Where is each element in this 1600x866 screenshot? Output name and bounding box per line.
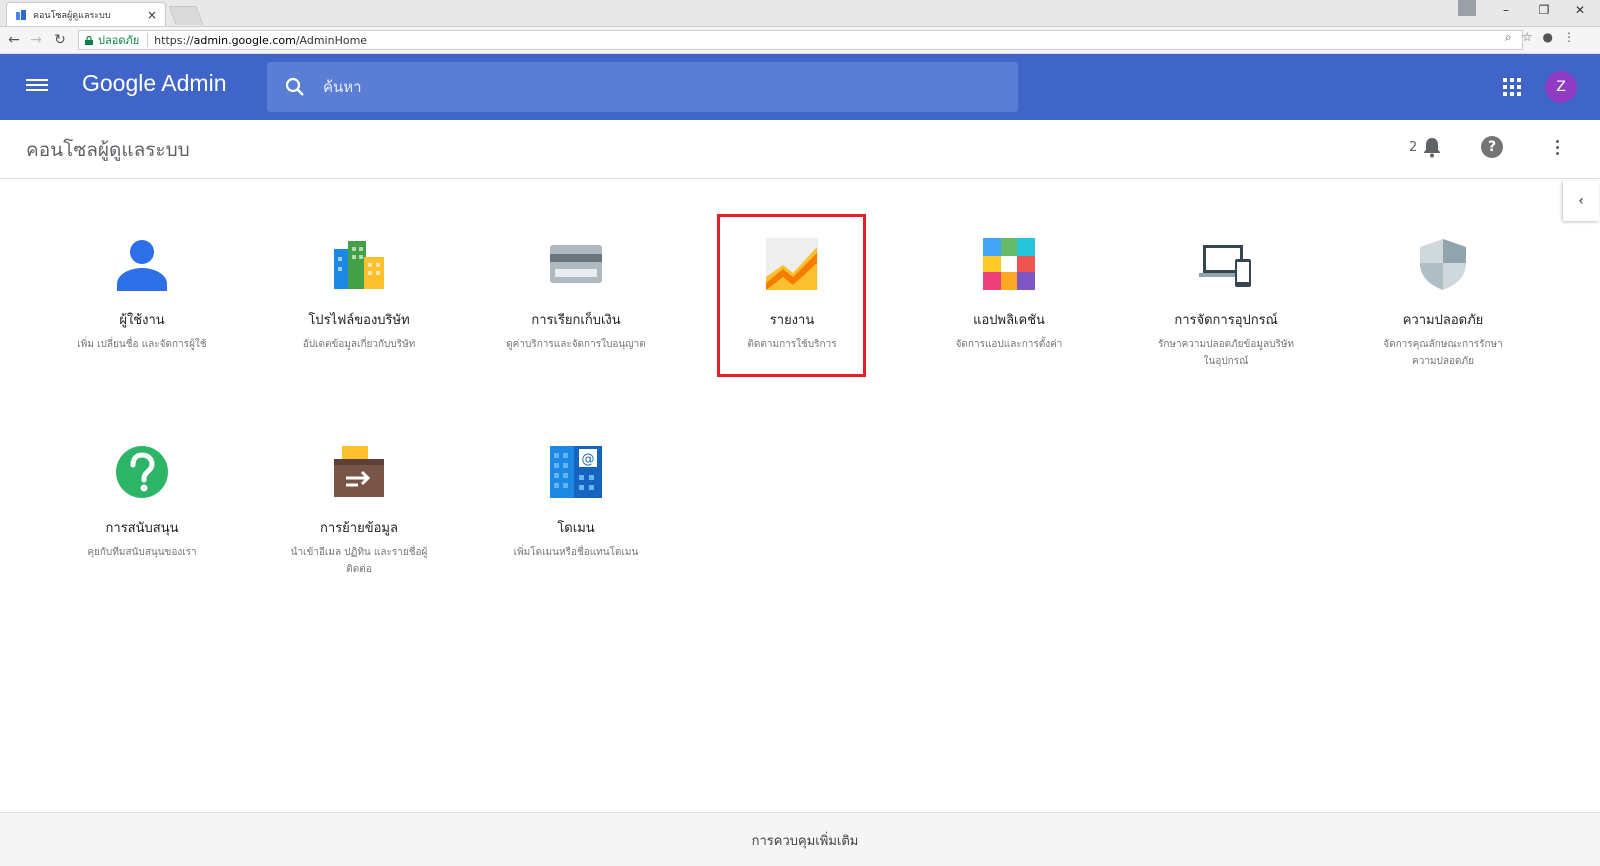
tile-billing[interactable]: การเรียกเก็บเงิน ดูค่าบริการและจัดการใบอ… <box>506 237 646 353</box>
tile-label: โปรไฟล์ของบริษัท <box>308 313 410 328</box>
tile-label: การเรียกเก็บเงิน <box>531 313 621 328</box>
tile-label: ความปลอดภัย <box>1402 313 1484 328</box>
console-subheader: คอนโซลผู้ดูแลระบบ 2 ? <box>0 120 1600 179</box>
user-icon <box>117 240 167 291</box>
svg-text:@: @ <box>582 452 595 467</box>
url-path: /AdminHome <box>295 33 368 47</box>
tab-close-icon[interactable]: × <box>147 8 157 22</box>
help-circle-icon <box>116 446 168 498</box>
admin-header: Google Admin Z <box>0 54 1600 120</box>
account-avatar[interactable]: Z <box>1545 71 1577 103</box>
credit-card-icon <box>550 245 602 283</box>
tile-label: การย้ายข้อมูล <box>320 521 398 536</box>
back-arrow-icon[interactable]: ← <box>4 30 24 50</box>
tile-domains[interactable]: @ โดเมน เพิ่มโดเมนหรือชื่อแทนโดเมน <box>506 445 646 561</box>
zoom-icon[interactable]: ⌕ <box>1505 30 1512 45</box>
profile-icon[interactable] <box>1458 0 1476 16</box>
browser-menu-icon[interactable]: ⋮ <box>1563 30 1575 45</box>
help-icon[interactable]: ? <box>1481 136 1503 158</box>
more-controls-link[interactable]: การควบคุมเพิ่มเติม <box>0 830 1600 851</box>
brand-logo[interactable]: Google Admin <box>82 70 226 97</box>
tile-reports[interactable]: รายงาน ติดตามการใช้บริการ <box>722 237 862 353</box>
tile-users[interactable]: ผู้ใช้งาน เพิ่ม เปลี่ยนชื่อ และจัดการผู้… <box>72 237 212 353</box>
collapse-panel-chevron-icon[interactable]: ‹ <box>1563 181 1599 221</box>
tile-description: นำเข้าอีเมล ปฏิทิน และรายชื่อผู้ติดต่อ <box>290 547 428 575</box>
apps-grid-icon[interactable] <box>1503 78 1521 96</box>
tile-company-profile[interactable]: โปรไฟล์ของบริษัท อัปเดตข้อมูลเกี่ยวกับบร… <box>289 237 429 353</box>
tile-description: จัดการคุณลักษณะการรักษาความปลอดภัย <box>1383 339 1503 367</box>
tile-description: เพิ่ม เปลี่ยนชื่อ และจัดการผู้ใช้ <box>77 339 207 350</box>
tile-description: อัปเดตข้อมูลเกี่ยวกับบริษัท <box>302 339 416 350</box>
page-title: คอนโซลผู้ดูแลระบบ <box>26 139 190 161</box>
hamburger-menu-icon[interactable] <box>26 76 48 96</box>
more-vert-icon[interactable] <box>1555 138 1559 158</box>
tile-label: รายงาน <box>769 313 815 328</box>
devices-icon <box>1199 245 1251 287</box>
search-box[interactable] <box>267 62 1018 112</box>
url-scheme: https:// <box>154 33 194 47</box>
notification-count: 2 <box>1409 140 1418 155</box>
admin-favicon-icon <box>16 9 26 20</box>
forward-arrow-icon[interactable]: → <box>26 30 46 50</box>
omnibox-actions: ⌕ ☆ ● ⋮ <box>1505 30 1575 45</box>
company-building-icon <box>334 241 384 289</box>
tile-label: โดเมน <box>557 521 595 536</box>
close-window-button[interactable]: ✕ <box>1562 0 1598 20</box>
tile-data-migration[interactable]: การย้ายข้อมูล นำเข้าอีเมล ปฏิทิน และรายช… <box>289 445 429 578</box>
new-tab-button[interactable] <box>168 6 204 25</box>
tile-label: ผู้ใช้งาน <box>119 313 165 328</box>
footer: การควบคุมเพิ่มเติม <box>0 812 1600 866</box>
lock-icon <box>85 35 93 45</box>
secure-label: ปลอดภัย <box>98 34 140 47</box>
shield-icon <box>1420 239 1466 290</box>
bookmark-star-icon[interactable]: ☆ <box>1522 30 1533 45</box>
url-host: admin.google.com <box>193 33 296 47</box>
tile-security[interactable]: ความปลอดภัย จัดการคุณลักษณะการรักษาความป… <box>1373 237 1513 370</box>
minimize-button[interactable]: – <box>1488 0 1524 20</box>
address-bar-row: ← → ↻ ปลอดภัย https://admin.google.com/A… <box>0 27 1600 54</box>
tile-description: ดูค่าบริการและจัดการใบอนุญาต <box>506 339 646 350</box>
tile-description: เพิ่มโดเมนหรือชื่อแทนโดเมน <box>513 547 639 558</box>
url-text: https://admin.google.com/AdminHome <box>154 34 367 47</box>
migration-box-icon <box>334 446 384 497</box>
tab-title: คอนโซลผู้ดูแลระบบ <box>33 10 111 21</box>
omnibox[interactable]: ปลอดภัย https://admin.google.com/AdminHo… <box>78 30 1523 50</box>
extension-icon[interactable]: ● <box>1543 30 1553 45</box>
domain-building-icon: @ <box>550 446 602 498</box>
bell-icon[interactable] <box>1422 136 1442 158</box>
tile-device-management[interactable]: การจัดการอุปกรณ์ รักษาความปลอดภัยข้อมูลบ… <box>1156 237 1296 370</box>
browser-tab[interactable]: คอนโซลผู้ดูแลระบบ × <box>6 2 166 26</box>
tile-description: ติดตามการใช้บริการ <box>747 339 837 350</box>
tile-description: คุยกับทีมสนับสนุนของเรา <box>87 547 197 558</box>
tile-apps[interactable]: แอปพลิเคชัน จัดการแอปและการตั้งค่า <box>939 237 1079 353</box>
divider <box>147 33 149 47</box>
apps-blocks-icon <box>983 238 1035 290</box>
tile-label: การสนับสนุน <box>105 521 179 536</box>
tile-description: จัดการแอปและการตั้งค่า <box>955 339 1063 350</box>
search-icon <box>285 77 304 96</box>
tile-description: รักษาความปลอดภัยข้อมูลบริษัทในอุปกรณ์ <box>1157 339 1295 367</box>
restore-button[interactable]: ❐ <box>1526 0 1562 20</box>
search-input[interactable] <box>321 77 975 97</box>
reports-chart-icon <box>766 238 818 290</box>
browser-tab-bar: คอนโซลผู้ดูแลระบบ × – ❐ ✕ <box>0 0 1600 27</box>
tile-label: แอปพลิเคชัน <box>973 313 1045 328</box>
tile-label: การจัดการอุปกรณ์ <box>1174 313 1278 328</box>
tile-support[interactable]: การสนับสนุน คุยกับทีมสนับสนุนของเรา <box>72 445 212 561</box>
reload-icon[interactable]: ↻ <box>50 30 70 50</box>
